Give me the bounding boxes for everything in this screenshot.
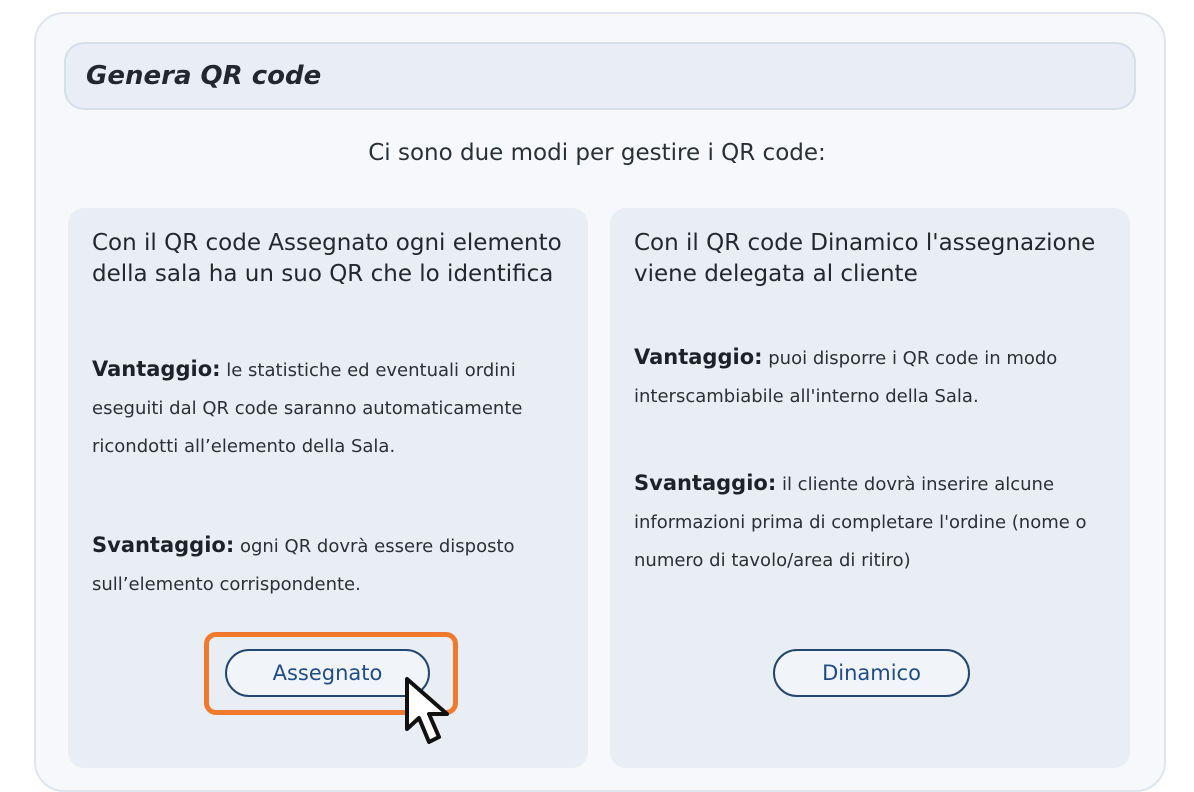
card-heading-dinamico: Con il QR code Dinamico l'assegnazione v…: [634, 230, 1096, 287]
advantage-paragraph-assegnato: Vantaggio: le statistiche ed eventuali o…: [92, 350, 572, 466]
disadvantage-paragraph-assegnato: Svantaggio: ogni QR dovrà essere dispost…: [92, 526, 572, 604]
card-dinamico: Con il QR code Dinamico l'assegnazione v…: [610, 208, 1130, 768]
disadvantage-paragraph-dinamico: Svantaggio: il cliente dovrà inserire al…: [634, 464, 1114, 580]
advantage-label: Vantaggio:: [92, 357, 221, 381]
section-header: Genera QR code: [64, 42, 1136, 110]
dinamico-button[interactable]: Dinamico: [773, 649, 970, 697]
disadvantage-label: Svantaggio:: [92, 533, 235, 557]
intro-text: Ci sono due modi per gestire i QR code:: [368, 140, 826, 166]
advantage-label: Vantaggio:: [634, 345, 763, 369]
card-heading-assegnato: Con il QR code Assegnato ogni elemento d…: [92, 230, 562, 287]
advantage-paragraph-dinamico: Vantaggio: puoi disporre i QR code in mo…: [634, 338, 1114, 416]
mouse-pointer-icon: [405, 677, 449, 744]
page-title: Genera QR code: [86, 61, 322, 91]
disadvantage-label: Svantaggio:: [634, 471, 777, 495]
